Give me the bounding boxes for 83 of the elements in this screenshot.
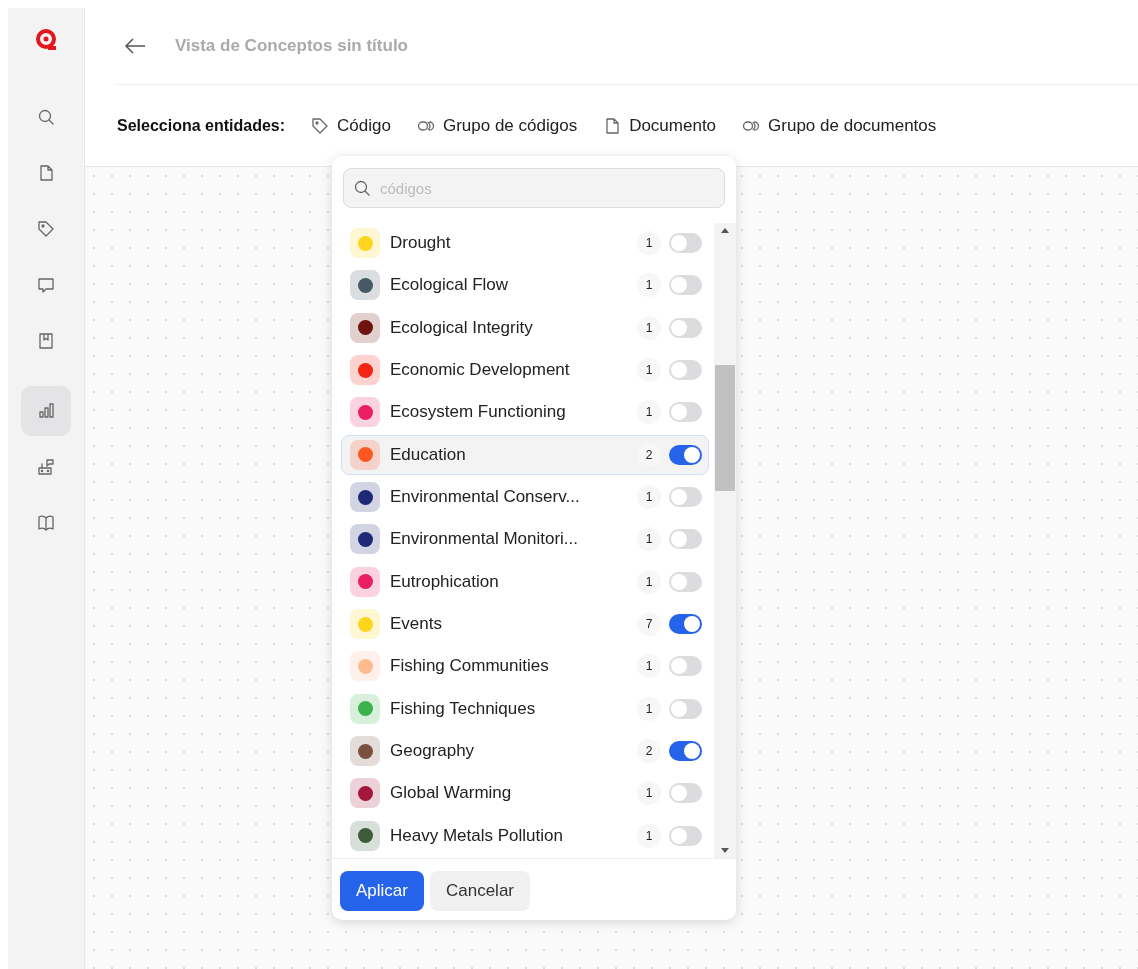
- code-name: Events: [390, 614, 443, 635]
- bookmark-icon: [37, 332, 55, 350]
- count-badge: 1: [637, 527, 661, 552]
- code-name: Ecosystem Functioning: [390, 402, 567, 423]
- book-icon: [37, 514, 55, 532]
- code-row[interactable]: Eutrophication 1: [341, 561, 709, 602]
- toggle-switch[interactable]: [669, 444, 702, 465]
- count-badge: 1: [637, 781, 661, 806]
- document-icon: [603, 116, 622, 135]
- count-badge: 1: [637, 654, 661, 679]
- diagram-icon: [37, 458, 55, 476]
- code-row[interactable]: Global Warming 1: [341, 773, 709, 814]
- tag-icon: [37, 220, 55, 238]
- code-name: Fishing Communities: [390, 656, 550, 677]
- code-name: Environmental Monitori...: [390, 529, 580, 550]
- sidebar-item[interactable]: [21, 386, 71, 436]
- code-row[interactable]: Fishing Techniques 1: [341, 688, 709, 729]
- code-name: Eutrophication: [390, 571, 500, 592]
- toggle-switch[interactable]: [669, 698, 702, 719]
- code-row[interactable]: Heavy Metals Pollution 1: [341, 815, 709, 856]
- search-icon: [37, 108, 55, 126]
- count-badge: 1: [637, 823, 661, 848]
- entity-option[interactable]: Documento: [603, 115, 717, 136]
- code-name: Environmental Conserv...: [390, 487, 581, 508]
- toggle-switch[interactable]: [669, 317, 702, 338]
- app-logo: [34, 28, 58, 52]
- entity-option[interactable]: Código: [311, 115, 391, 136]
- code-row[interactable]: Fishing Communities 1: [341, 646, 709, 687]
- toggle-switch[interactable]: [669, 571, 702, 592]
- code-name: Heavy Metals Pollution: [390, 825, 564, 846]
- count-badge: 1: [637, 569, 661, 594]
- apply-button[interactable]: Aplicar: [340, 871, 424, 911]
- code-name: Education: [390, 444, 467, 465]
- count-badge: 1: [637, 231, 661, 256]
- toggle-switch[interactable]: [669, 529, 702, 550]
- toggle-switch[interactable]: [669, 360, 702, 381]
- code-name: Fishing Techniques: [390, 698, 537, 719]
- count-badge: 2: [637, 739, 661, 764]
- toggle-switch[interactable]: [669, 233, 702, 254]
- count-badge: 7: [637, 612, 661, 637]
- toggle-switch[interactable]: [669, 783, 702, 804]
- toggle-switch[interactable]: [669, 741, 702, 762]
- toggle-switch[interactable]: [669, 275, 702, 296]
- count-badge: 1: [637, 273, 661, 298]
- search-field[interactable]: códigos: [343, 168, 725, 208]
- scrollbar-thumb[interactable]: [715, 365, 735, 491]
- toggle-switch[interactable]: [669, 825, 702, 846]
- count-badge: 1: [637, 315, 661, 340]
- code-row[interactable]: Ecosystem Functioning 1: [341, 392, 709, 433]
- count-badge: 1: [637, 485, 661, 510]
- comment-icon: [37, 276, 55, 294]
- bar-chart-icon: [37, 402, 55, 420]
- code-name: Global Warming: [390, 783, 513, 804]
- code-row[interactable]: Ecological Integrity 1: [341, 307, 709, 348]
- code-name: Ecological Flow: [390, 275, 510, 296]
- entity-option[interactable]: Grupo de códigos: [416, 115, 578, 136]
- count-badge: 2: [637, 442, 661, 467]
- count-badge: 1: [637, 400, 661, 425]
- toggle-switch[interactable]: [669, 402, 702, 423]
- count-badge: 1: [637, 696, 661, 721]
- cancel-button[interactable]: Cancelar: [429, 871, 530, 911]
- code-row[interactable]: Education 2: [341, 434, 709, 475]
- document-icon: [37, 164, 55, 182]
- code-row[interactable]: Drought 1: [341, 223, 709, 264]
- entity-option[interactable]: Grupo de documentos: [742, 115, 937, 136]
- back-button[interactable]: [123, 37, 147, 55]
- tag-icon: [311, 116, 330, 135]
- toggle-switch[interactable]: [669, 656, 702, 677]
- code-name: Geography: [390, 741, 476, 762]
- code-name: Economic Development: [390, 360, 571, 381]
- code-row[interactable]: Economic Development 1: [341, 350, 709, 391]
- entity-label: Selecciona entidades:: [117, 116, 286, 135]
- code-row[interactable]: Environmental Conserv... 1: [341, 476, 709, 518]
- view-title: Vista de Conceptos sin título: [175, 36, 408, 56]
- code-row[interactable]: Geography 2: [341, 730, 709, 772]
- count-badge: 1: [637, 358, 661, 383]
- code-row[interactable]: Ecological Flow 1: [341, 265, 709, 306]
- code-name: Drought: [390, 233, 452, 254]
- toggle-switch[interactable]: [669, 614, 702, 635]
- code-row[interactable]: Events 7: [341, 603, 709, 645]
- code-row[interactable]: Environmental Monitori... 1: [341, 519, 709, 560]
- toggle-switch[interactable]: [669, 487, 702, 508]
- code-name: Ecological Integrity: [390, 317, 534, 338]
